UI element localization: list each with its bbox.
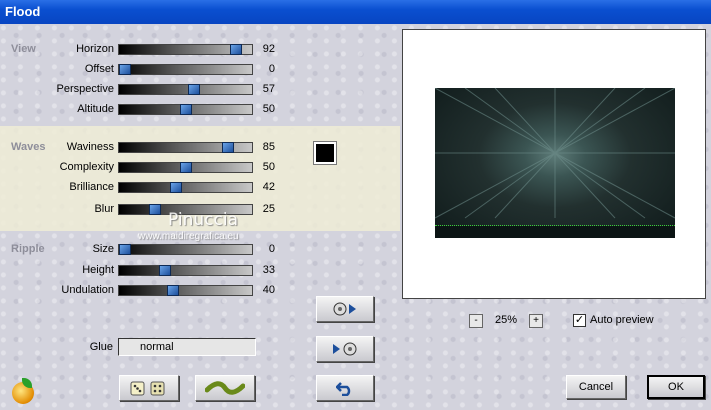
preview-panel — [402, 29, 706, 299]
perspective-label: Perspective — [56, 83, 114, 95]
auto-preview-checkbox[interactable]: ✓ — [573, 314, 586, 327]
brilliance-slider[interactable] — [118, 182, 253, 193]
zoom-out-button[interactable]: - — [469, 314, 483, 328]
blur-value[interactable]: 25 — [245, 203, 275, 215]
size-label: Size — [92, 243, 114, 255]
undulation-value[interactable]: 40 — [245, 284, 275, 296]
blur-slider-handle[interactable] — [149, 204, 161, 215]
altitude-slider-handle[interactable] — [180, 104, 192, 115]
height-value[interactable]: 33 — [245, 264, 275, 276]
glue-select[interactable]: normal — [118, 338, 256, 356]
complexity-slider-handle[interactable] — [180, 162, 192, 173]
undulation-slider-handle[interactable] — [167, 285, 179, 296]
arrow-disc-icon — [333, 342, 357, 356]
reset-button[interactable] — [316, 375, 374, 401]
undulation-slider[interactable] — [118, 285, 253, 296]
height-label: Height — [82, 264, 114, 276]
height-slider[interactable] — [118, 265, 253, 276]
offset-value[interactable]: 0 — [245, 63, 275, 75]
perspective-slider[interactable] — [118, 84, 253, 95]
preview-waterline — [435, 225, 675, 226]
brilliance-value[interactable]: 42 — [245, 181, 275, 193]
altitude-slider[interactable] — [118, 104, 253, 115]
horizon-slider[interactable] — [118, 44, 253, 55]
offset-slider[interactable] — [118, 64, 253, 75]
disc-arrow-right-icon — [333, 302, 356, 316]
blur-label: Blur — [94, 203, 114, 215]
height-slider-handle[interactable] — [159, 265, 171, 276]
horizon-slider-handle[interactable] — [230, 44, 242, 55]
undo-arrow-icon — [336, 382, 351, 396]
size-value[interactable]: 0 — [245, 243, 275, 255]
altitude-label: Altitude — [77, 103, 114, 115]
zoom-level: 25% — [494, 314, 518, 326]
copy-settings-button[interactable] — [316, 296, 374, 322]
horizon-label: Horizon — [76, 43, 114, 55]
perspective-value[interactable]: 57 — [245, 83, 275, 95]
plugin-logo-icon — [12, 378, 34, 404]
complexity-value[interactable]: 50 — [245, 161, 275, 173]
waviness-value[interactable]: 85 — [245, 141, 275, 153]
dialog-body: View Waves Ripple Horizon 92 Offset 0 Perspe… — [0, 24, 711, 410]
glue-label: Glue — [89, 341, 113, 353]
waviness-slider[interactable] — [118, 142, 253, 153]
presets-button[interactable] — [195, 375, 255, 401]
horizon-value[interactable]: 92 — [245, 43, 275, 55]
size-slider-handle[interactable] — [119, 244, 131, 255]
waviness-label: Waviness — [66, 141, 114, 153]
zoom-in-button[interactable]: + — [529, 314, 543, 328]
auto-preview-label: Auto preview — [590, 314, 654, 326]
ok-button[interactable]: OK — [647, 375, 705, 399]
perspective-slider-handle[interactable] — [188, 84, 200, 95]
randomize-button[interactable] — [119, 375, 179, 401]
waviness-slider-handle[interactable] — [222, 142, 234, 153]
preview-image — [435, 88, 675, 238]
wave-color-swatch[interactable] — [313, 141, 337, 165]
load-settings-button[interactable] — [316, 336, 374, 362]
offset-slider-handle[interactable] — [119, 64, 131, 75]
dice-icon — [130, 381, 165, 396]
watermark-name: Pinuccia — [168, 210, 238, 230]
complexity-slider[interactable] — [118, 162, 253, 173]
size-slider[interactable] — [118, 244, 253, 255]
undulation-label: Undulation — [61, 284, 114, 296]
watermark-site: www.maidiregrafica.eu — [138, 231, 239, 242]
wave-icon — [205, 381, 245, 395]
altitude-value[interactable]: 50 — [245, 103, 275, 115]
offset-label: Offset — [84, 63, 114, 75]
window-title: Flood — [0, 0, 711, 24]
cancel-button[interactable]: Cancel — [566, 375, 626, 399]
brilliance-label: Brilliance — [69, 181, 114, 193]
complexity-label: Complexity — [59, 161, 114, 173]
brilliance-slider-handle[interactable] — [170, 182, 182, 193]
